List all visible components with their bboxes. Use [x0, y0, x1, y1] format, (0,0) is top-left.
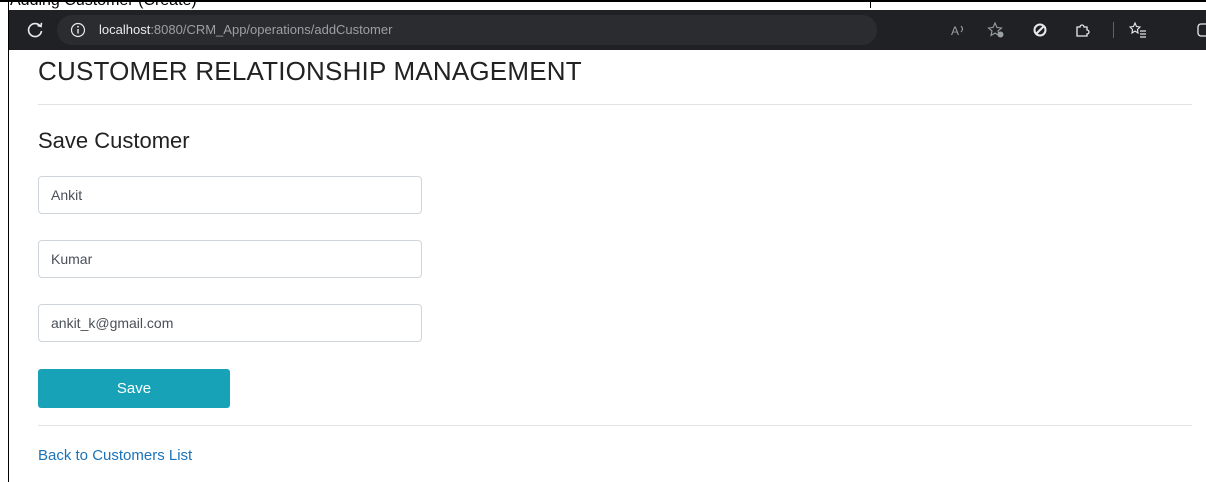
browser-toolbar: localhost:8080/CRM_App/operations/addCus…	[9, 10, 1206, 50]
save-button[interactable]: Save	[38, 369, 230, 408]
last-name-input[interactable]	[38, 240, 422, 278]
extension-icon[interactable]	[1031, 21, 1049, 39]
email-input[interactable]	[38, 304, 422, 342]
url-path: :8080/CRM_App/operations/addCustomer	[150, 22, 393, 37]
svg-text:A: A	[951, 24, 959, 38]
document-caption: Adding Customer (Create)	[10, 0, 197, 9]
site-info-icon[interactable]	[70, 22, 86, 38]
collections-icon[interactable]	[1195, 21, 1206, 39]
footer-divider	[38, 425, 1192, 426]
toolbar-separator	[1113, 22, 1114, 38]
app-title: CUSTOMER RELATIONSHIP MANAGEMENT	[38, 56, 582, 86]
section-title: Save Customer	[38, 128, 190, 153]
url-host: localhost	[99, 22, 151, 37]
back-to-customers-link[interactable]: Back to Customers List	[38, 447, 192, 464]
address-url[interactable]: localhost:8080/CRM_App/operations/addCus…	[99, 22, 392, 37]
document-frame-cell	[870, 0, 1206, 8]
header-divider	[38, 104, 1192, 105]
favorites-icon[interactable]	[1129, 21, 1147, 39]
reload-icon[interactable]	[25, 20, 45, 40]
document-frame-left	[8, 0, 9, 482]
first-name-input[interactable]	[38, 176, 422, 214]
puzzle-extensions-icon[interactable]	[1073, 21, 1091, 39]
add-favorite-icon[interactable]	[987, 21, 1005, 39]
read-aloud-icon[interactable]: A	[950, 21, 968, 39]
